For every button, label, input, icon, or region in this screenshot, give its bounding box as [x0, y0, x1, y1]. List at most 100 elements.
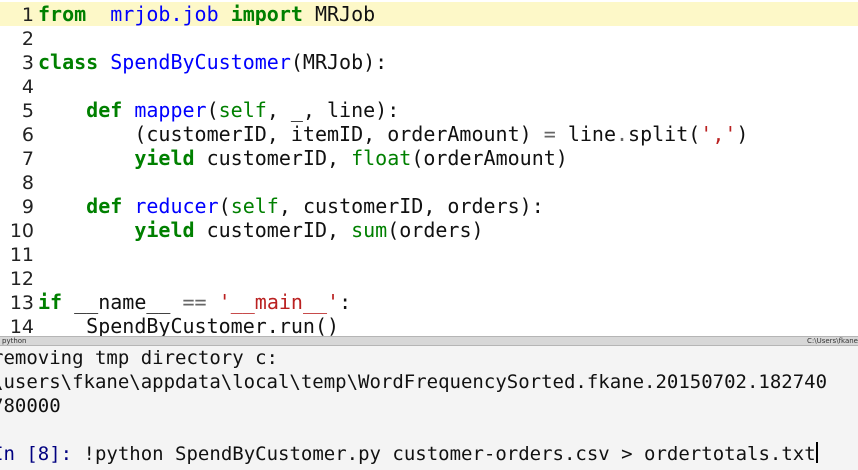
line-number: 11	[9, 244, 34, 266]
text-cursor	[815, 442, 818, 463]
code-token: import	[230, 2, 303, 26]
line-number: 13	[9, 292, 34, 314]
code-token: mrjob.job	[110, 2, 219, 26]
prompt-number: 8	[37, 443, 50, 465]
code-token: self	[218, 98, 267, 122]
code-token: class	[38, 50, 99, 74]
code-text: (customerID, itemID, orderAmount) = line…	[34, 122, 748, 146]
console-input-line[interactable]: In [8]: !python SpendByCustomer.py custo…	[0, 442, 818, 466]
code-token: customerID,	[194, 146, 352, 170]
code-line[interactable]: 3 class SpendByCustomer(MRJob):	[0, 50, 858, 74]
code-token: MRJob	[302, 2, 376, 26]
code-line[interactable]: 6 (customerID, itemID, orderAmount) = li…	[0, 122, 858, 146]
code-line[interactable]: 9 def reducer(self, customerID, orders):	[0, 194, 858, 218]
working-directory-label: C:\Users\fkane	[807, 337, 858, 345]
line-number: 2	[21, 28, 34, 50]
line-number: 8	[21, 172, 34, 194]
console-output-line: removing tmp directory c:	[0, 347, 278, 369]
ipython-console[interactable]: removing tmp directory c: \users\fkane\a…	[0, 346, 858, 470]
console-output-line: 780000	[0, 395, 61, 417]
line-number: 3	[21, 52, 34, 74]
code-text: yield customerID, float(orderAmount)	[34, 146, 568, 170]
line-number: 14	[9, 316, 34, 336]
code-token: if	[38, 290, 63, 314]
code-token: customerID,	[194, 218, 352, 242]
code-token: , customerID, orders):	[278, 194, 544, 218]
code-token: )	[736, 122, 749, 146]
code-token: sum	[351, 218, 388, 242]
line-number: 9	[21, 196, 34, 218]
code-line[interactable]: 12	[0, 266, 858, 290]
code-text: yield customerID, sum(orders)	[34, 218, 484, 242]
code-token: =	[543, 122, 556, 146]
code-text: def reducer(self, customerID, orders):	[34, 194, 544, 218]
line-number: 5	[21, 100, 34, 122]
code-token: (	[218, 194, 231, 218]
code-editor[interactable]: 1 from mrjob.job import MRJob 2 3 class Spen…	[0, 0, 858, 336]
code-token: def	[86, 194, 123, 218]
code-line[interactable]: 5 def mapper(self, _, line):	[0, 98, 858, 122]
code-token: ','	[700, 122, 737, 146]
prompt-close: ]:	[49, 443, 84, 465]
command-input[interactable]: !python SpendByCustomer.py customer-orde…	[84, 443, 816, 465]
console-output-line: \users\fkane\appdata\local\temp\WordFreq…	[0, 371, 828, 393]
code-text: def mapper(self, _, line):	[34, 98, 399, 122]
code-line[interactable]: 2	[0, 26, 858, 50]
code-text: if __name__ == '__main__':	[34, 290, 351, 314]
code-line[interactable]: 13 if __name__ == '__main__':	[0, 290, 858, 314]
code-line[interactable]: 7 yield customerID, float(orderAmount)	[0, 146, 858, 170]
code-token: split(	[628, 122, 701, 146]
code-token: reducer	[134, 194, 219, 218]
code-token: ==	[182, 290, 207, 314]
code-line[interactable]: 8	[0, 170, 858, 194]
code-token: (customerID, itemID, orderAmount)	[38, 122, 544, 146]
ide-window: 1 from mrjob.job import MRJob 2 3 class Spen…	[0, 0, 858, 470]
code-token: self	[230, 194, 279, 218]
status-bar: python C:\Users\fkane	[0, 336, 858, 346]
line-number: 7	[21, 148, 34, 170]
line-number: 12	[9, 268, 34, 290]
code-line[interactable]: 10 yield customerID, sum(orders)	[0, 218, 858, 242]
code-token: from	[38, 2, 87, 26]
code-line[interactable]: 1 from mrjob.job import MRJob	[0, 2, 858, 26]
line-number: 6	[21, 124, 34, 146]
code-token: mapper	[134, 98, 207, 122]
code-token: :	[339, 290, 352, 314]
code-token: yield	[134, 218, 195, 242]
code-token: '__main__'	[218, 290, 340, 314]
code-text: SpendByCustomer.run()	[34, 314, 339, 336]
language-label: python	[2, 337, 27, 345]
code-token: SpendByCustomer	[110, 50, 291, 74]
line-number: 10	[9, 220, 34, 242]
code-text: class SpendByCustomer(MRJob):	[34, 50, 387, 74]
code-token: , _, line):	[266, 98, 400, 122]
code-token: .	[616, 122, 629, 146]
code-token: SpendByCustomer.run()	[38, 314, 340, 336]
code-text: from mrjob.job import MRJob	[34, 2, 375, 26]
prompt-label: In [	[0, 443, 38, 465]
code-token: (orders)	[387, 218, 484, 242]
code-token: (MRJob):	[290, 50, 388, 74]
code-token: float	[351, 146, 412, 170]
line-number: 4	[21, 76, 34, 98]
line-number: 1	[21, 4, 34, 26]
code-token: (	[206, 98, 219, 122]
code-line[interactable]: 4	[0, 74, 858, 98]
code-line[interactable]: 11	[0, 242, 858, 266]
code-token: (orderAmount)	[411, 146, 568, 170]
code-line[interactable]: 14 SpendByCustomer.run()	[0, 314, 858, 336]
code-token: yield	[134, 146, 195, 170]
code-token: __name__	[62, 290, 183, 314]
code-token: def	[86, 98, 123, 122]
code-token: line	[555, 122, 616, 146]
